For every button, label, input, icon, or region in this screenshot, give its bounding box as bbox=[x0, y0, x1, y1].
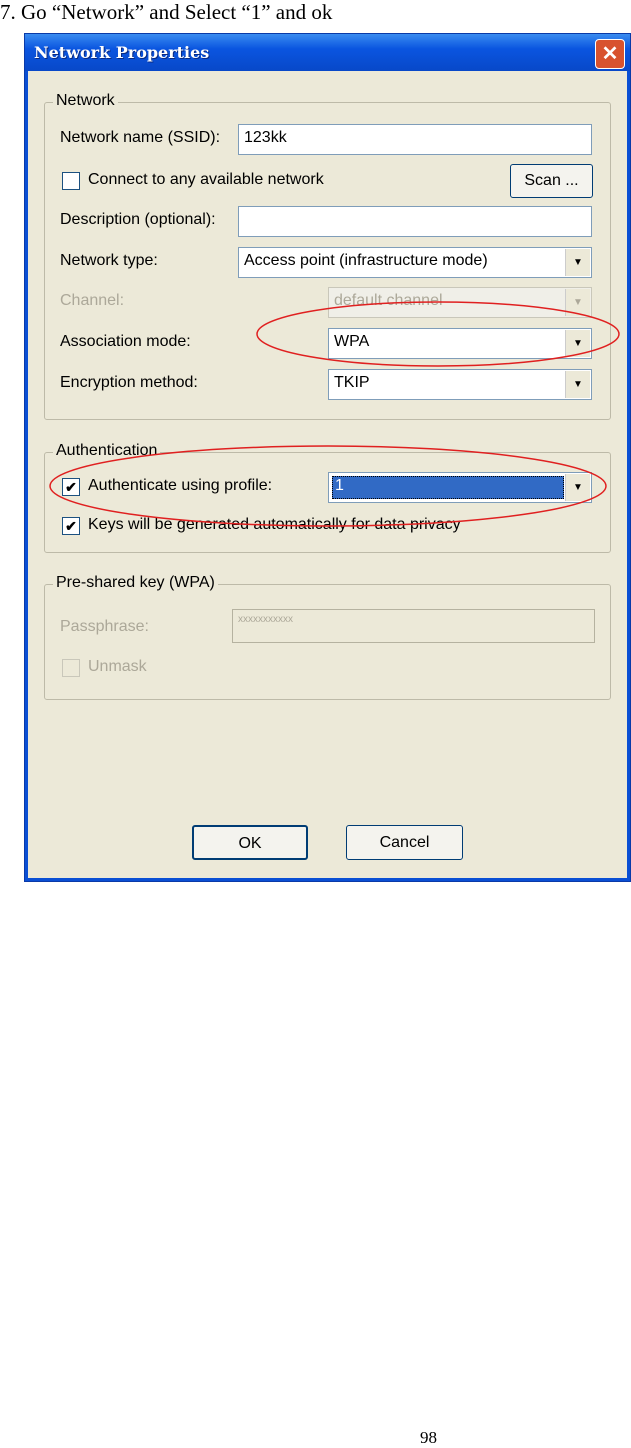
page-number: 98 bbox=[420, 1428, 437, 1447]
auth-profile-highlight-ellipse bbox=[49, 445, 607, 527]
highlight-overlay bbox=[49, 301, 620, 527]
association-highlight-ellipse bbox=[256, 301, 620, 367]
